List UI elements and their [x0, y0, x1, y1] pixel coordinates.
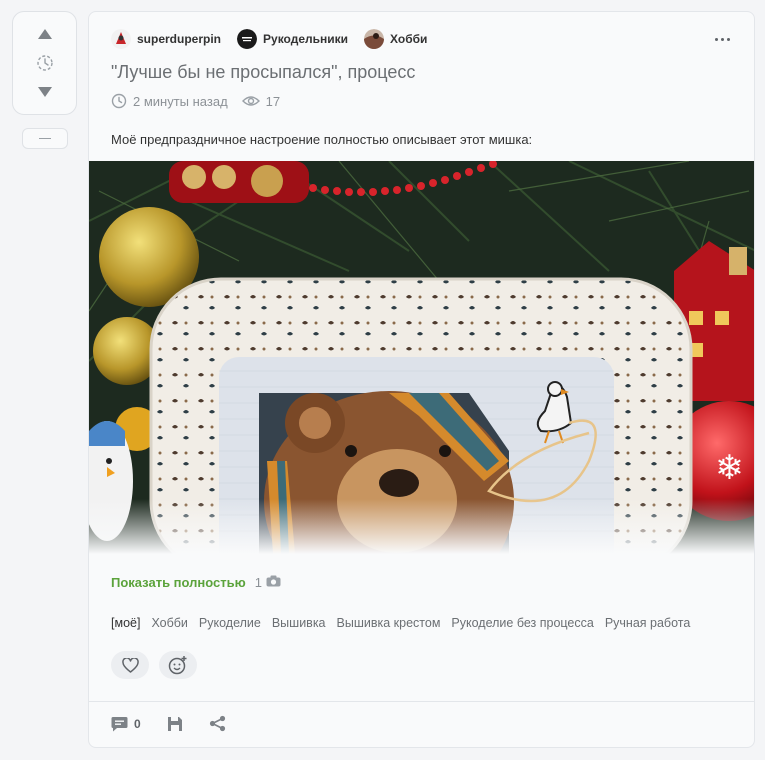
tag-item[interactable]: Ручная работа: [605, 616, 690, 630]
author-link[interactable]: superduperpin: [111, 29, 221, 49]
save-button[interactable]: [167, 716, 183, 732]
comment-icon: [111, 716, 128, 731]
story-text: Моё предпраздничное настроение полностью…: [111, 132, 533, 147]
arrow-up-icon: [37, 29, 52, 40]
community-name: Рукодельники: [263, 32, 349, 46]
clock-pending-icon: [36, 55, 53, 71]
heart-icon: [121, 657, 139, 673]
show-more-row: Показать полностью 1: [111, 575, 281, 590]
community-link-rukodelniki[interactable]: Рукодельники: [237, 29, 348, 49]
footer-divider: [89, 701, 754, 702]
rating-panel: [12, 11, 77, 115]
story-footer: 0: [111, 715, 252, 732]
comments-button[interactable]: 0: [111, 716, 141, 732]
community-link-hobby[interactable]: Хобби: [364, 29, 427, 49]
minus-icon: [39, 138, 51, 139]
story-time: 2 минуты назад: [133, 93, 228, 109]
share-button[interactable]: [209, 715, 226, 732]
show-more-link[interactable]: Показать полностью: [111, 575, 246, 590]
upvote-button[interactable]: [29, 22, 61, 46]
eye-icon: [241, 94, 260, 108]
tags-list: [моё] Хобби Рукоделие Вышивка Вышивка кр…: [111, 616, 701, 630]
story-card: superduperpin Рукодельники Хобби "Лучше …: [88, 11, 755, 748]
tag-item[interactable]: Рукоделие без процесса: [451, 616, 593, 630]
community-avatar: [237, 29, 258, 49]
tag-item[interactable]: Вышивка: [272, 616, 326, 630]
story-image[interactable]: ❄: [89, 161, 754, 554]
community-avatar: [364, 29, 385, 49]
story-title[interactable]: "Лучше бы не просыпался", процесс: [111, 62, 415, 83]
comments-count: 0: [134, 716, 141, 731]
community-name: Хобби: [390, 32, 428, 46]
views-count: 17: [265, 93, 281, 109]
author-avatar: [111, 29, 131, 49]
photo-count: 1: [254, 575, 262, 590]
rating-pending: [29, 51, 61, 75]
tag-item[interactable]: [моё]: [111, 616, 140, 630]
more-options-button[interactable]: [710, 30, 734, 48]
author-name: superduperpin: [137, 32, 222, 46]
collapse-story-button[interactable]: [22, 128, 68, 149]
save-icon: [167, 716, 182, 731]
share-icon: [209, 715, 225, 732]
tag-item[interactable]: Вышивка крестом: [337, 616, 441, 630]
arrow-down-icon: [37, 86, 52, 97]
clock-icon: [111, 93, 127, 109]
like-button[interactable]: [111, 651, 149, 679]
downvote-button[interactable]: [29, 80, 61, 104]
tag-item[interactable]: Хобби: [151, 616, 187, 630]
add-reaction-button[interactable]: [159, 651, 197, 679]
reactions-row: [111, 651, 197, 679]
story-header: superduperpin Рукодельники Хобби: [111, 28, 734, 50]
smiley-add-icon: [168, 656, 187, 675]
story-meta: 2 минуты назад 17: [111, 93, 280, 109]
tag-item[interactable]: Рукоделие: [199, 616, 261, 630]
camera-icon: [266, 575, 281, 590]
